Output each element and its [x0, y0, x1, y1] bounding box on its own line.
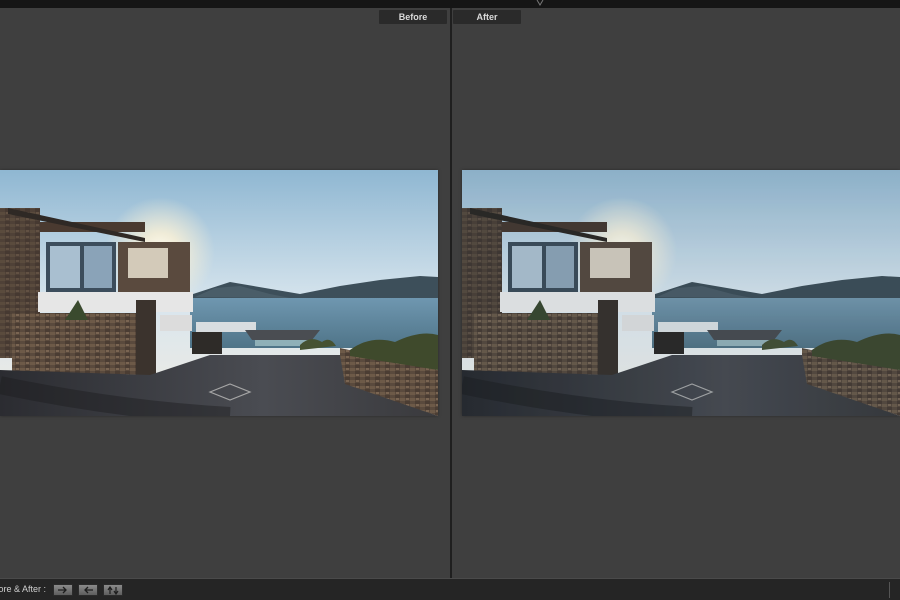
bottom-toolbar: fore & After : [0, 578, 900, 600]
top-chrome-bar [0, 0, 900, 8]
arrow-right-icon [58, 586, 67, 594]
toolbar-end-handle [889, 582, 900, 598]
before-after-label: fore & After : [0, 584, 47, 594]
before-label: Before [379, 10, 447, 24]
after-pane: After [452, 8, 900, 578]
panel-collapse-icon[interactable] [535, 0, 545, 6]
before-pane: Before [0, 8, 450, 578]
swap-arrows-icon [107, 586, 119, 595]
arrow-left-icon [84, 586, 93, 594]
after-label: After [453, 10, 521, 24]
after-photo[interactable] [462, 170, 900, 416]
copy-after-to-before-button[interactable] [78, 584, 98, 596]
swap-before-after-button[interactable] [103, 584, 123, 596]
before-photo[interactable] [0, 170, 438, 416]
copy-before-to-after-button[interactable] [53, 584, 73, 596]
